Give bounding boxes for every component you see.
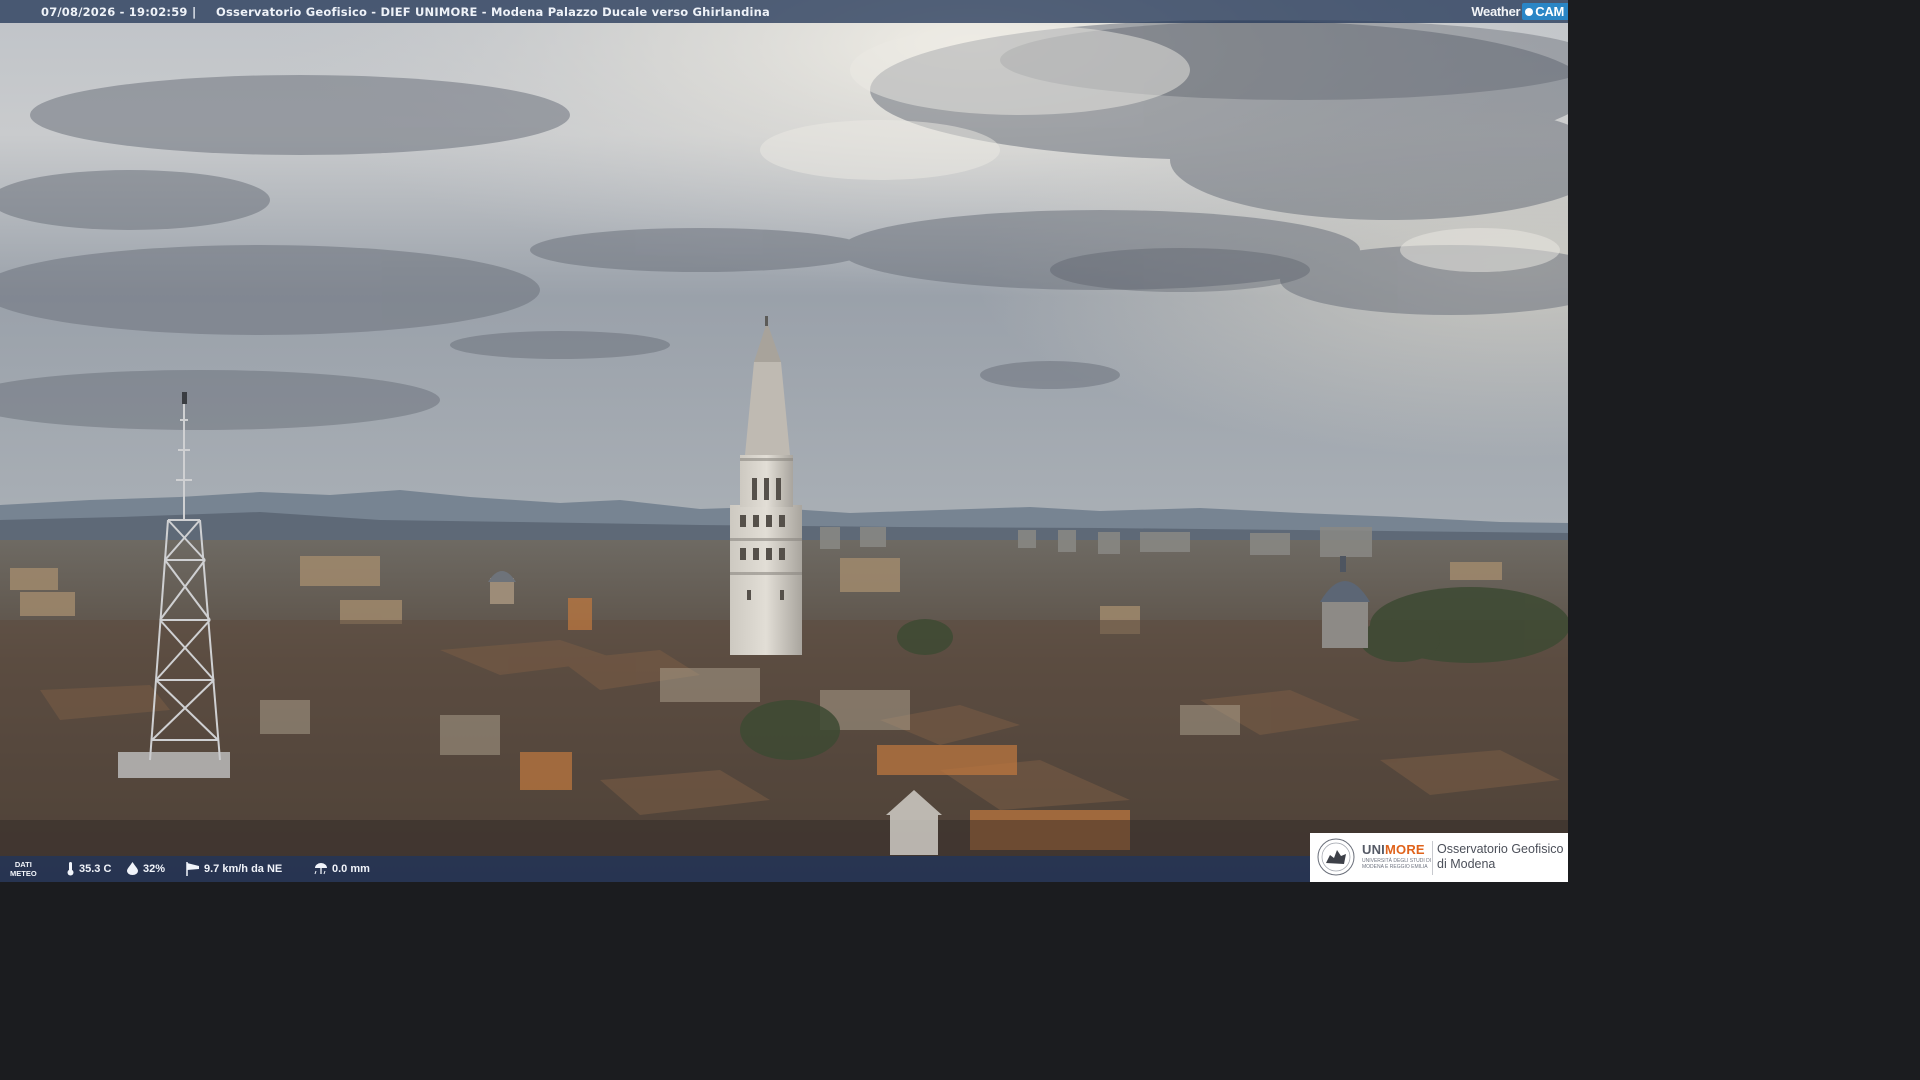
meteo-label: DATI METEO	[10, 860, 37, 878]
university-subtitle: UNIVERSITÀ DEGLI STUDI DI MODENA E REGGI…	[1362, 858, 1432, 870]
observatory-name: Osservatorio Geofisico di Modena	[1437, 842, 1563, 872]
timestamp: 07/08/2026 - 19:02:59	[41, 5, 188, 19]
brand-cam-badge: CAM	[1522, 3, 1568, 20]
humidity-reading: 32%	[126, 862, 165, 875]
unimore-wordmark-part1: UNI	[1362, 842, 1385, 857]
observatory-name-line1: Osservatorio Geofisico	[1437, 842, 1564, 856]
rain-value: 0.0 mm	[332, 862, 370, 875]
brand-weather-text: Weather	[1471, 4, 1521, 19]
humidity-value: 32%	[143, 862, 166, 875]
temperature-value: 35.3 C	[79, 863, 112, 875]
observatory-name-line2: di Modena	[1437, 857, 1496, 871]
unimore-observatory-logo: UNIMORE UNIVERSITÀ DEGLI STUDI DI MODENA…	[1310, 833, 1568, 882]
meteo-label-line2: METEO	[10, 869, 37, 878]
wind-value: 9.7 km/h da NE	[204, 863, 283, 875]
thermometer-icon	[67, 862, 74, 876]
unimore-wordmark-part2: MORE	[1385, 842, 1425, 857]
rain-reading: 0.0 mm	[314, 862, 370, 875]
wind-reading: 9.7 km/h da NE	[185, 862, 282, 876]
brand-cam-text: CAM	[1535, 4, 1564, 19]
meteo-label-line1: DATI	[14, 860, 32, 869]
temperature-reading: 35.3 C	[66, 862, 111, 876]
rain-umbrella-icon	[314, 863, 327, 875]
webcam-photo	[0, 0, 1568, 882]
humidity-drop-icon	[127, 862, 138, 875]
caption-bar: 07/08/2026 - 19:02:59 | Osservatorio Geo…	[0, 0, 1568, 23]
logo-divider	[1432, 841, 1433, 875]
caption-separator: |	[192, 5, 197, 19]
meteo-data-bar: DATI METEO 35.3 C 32% 9.7 km/h da NE 0.0…	[0, 856, 1310, 882]
unimore-wordmark: UNIMORE	[1362, 842, 1425, 857]
camera-title: Osservatorio Geofisico - DIEF UNIMORE - …	[216, 5, 770, 19]
wind-sock-icon	[186, 862, 199, 876]
camera-lens-icon	[1525, 7, 1534, 16]
university-seal-icon	[1317, 838, 1355, 876]
weathercam-logo: Weather CAM	[1471, 1, 1568, 22]
